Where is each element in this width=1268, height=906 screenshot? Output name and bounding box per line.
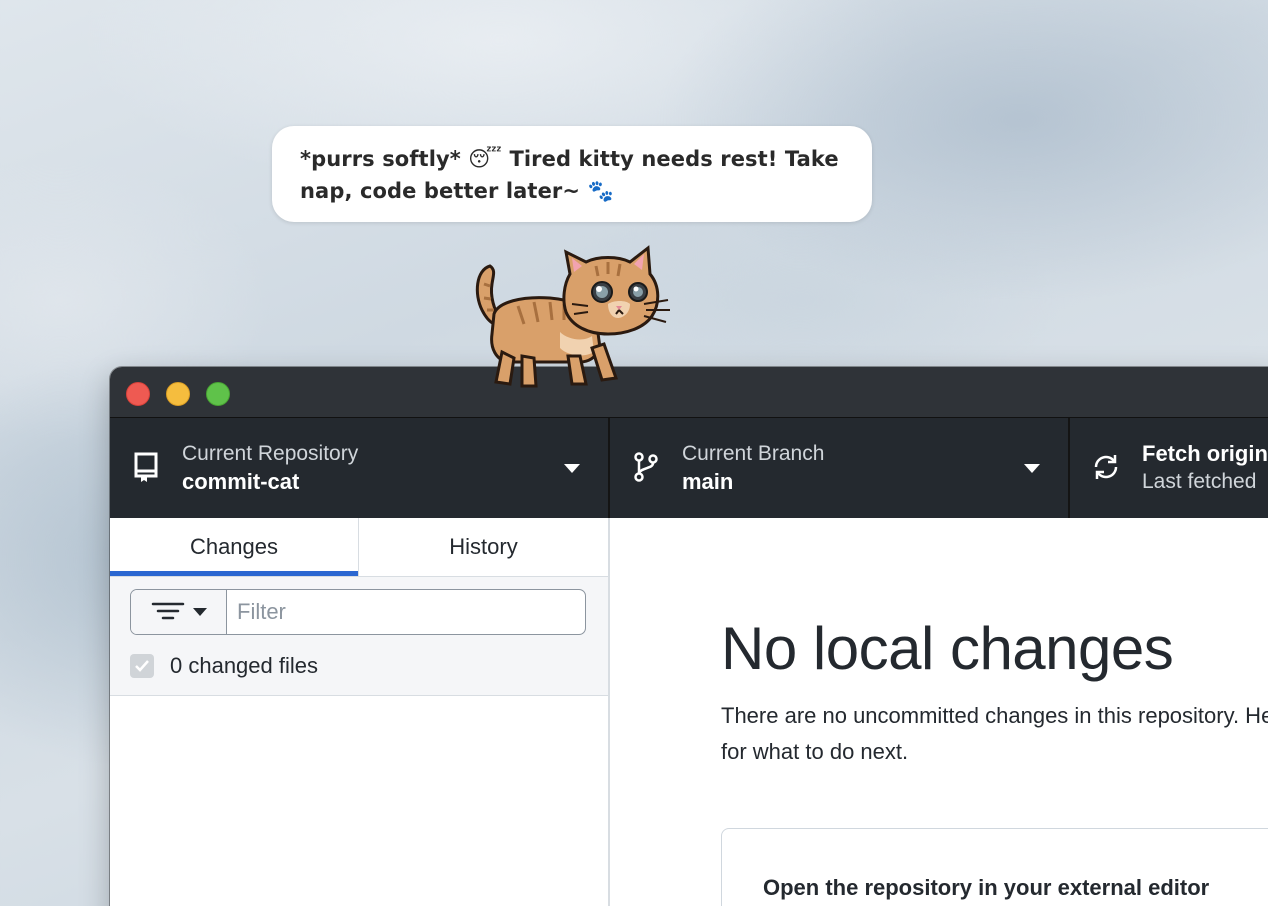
current-repository-dropdown[interactable]: Current Repository commit-cat bbox=[110, 418, 610, 518]
title-bar bbox=[110, 367, 1268, 418]
tab-history[interactable]: History bbox=[358, 518, 608, 576]
toolbar: Current Repository commit-cat Current Br… bbox=[110, 418, 1268, 518]
current-branch-label: Current Branch bbox=[682, 442, 825, 465]
suggestion-card-open-editor: Open the repository in your external edi… bbox=[721, 828, 1268, 906]
chevron-down-icon bbox=[1024, 464, 1040, 473]
checkmark-icon bbox=[135, 660, 149, 672]
last-fetched-label: Last fetched bbox=[1142, 470, 1257, 493]
speech-bubble-text: *purrs softly* 😴 Tired kitty needs rest!… bbox=[300, 147, 839, 203]
sync-icon bbox=[1094, 455, 1118, 479]
suggestion-title: Open the repository in your external edi… bbox=[763, 875, 1210, 900]
filter-icon bbox=[151, 602, 207, 620]
repo-icon bbox=[134, 452, 158, 482]
speech-bubble: *purrs softly* 😴 Tired kitty needs rest!… bbox=[272, 126, 872, 222]
filter-options-button[interactable] bbox=[131, 590, 227, 634]
filter-area: 0 changed files bbox=[110, 577, 608, 696]
no-changes-title: No local changes bbox=[721, 615, 1174, 682]
cat-mascot-icon[interactable] bbox=[468, 244, 678, 394]
changed-files-row: 0 changed files bbox=[130, 653, 318, 679]
changed-files-count: 0 changed files bbox=[170, 653, 318, 678]
select-all-checkbox[interactable] bbox=[130, 654, 154, 678]
maximize-window-button[interactable] bbox=[206, 382, 230, 406]
current-repository-value: commit-cat bbox=[182, 469, 300, 494]
close-window-button[interactable] bbox=[126, 382, 150, 406]
filter-input[interactable] bbox=[227, 590, 585, 634]
branch-icon bbox=[634, 452, 658, 482]
chevron-down-icon bbox=[564, 464, 580, 473]
filter-box bbox=[130, 589, 586, 635]
sidebar-tabs: Changes History bbox=[110, 518, 608, 577]
main-content: No local changes There are no uncommitte… bbox=[610, 518, 1268, 906]
no-changes-description-line1: There are no uncommitted changes in this… bbox=[721, 703, 1268, 728]
app-window: Current Repository commit-cat Current Br… bbox=[110, 367, 1268, 906]
current-branch-value: main bbox=[682, 469, 734, 494]
no-changes-description: There are no uncommitted changes in this… bbox=[721, 698, 1268, 770]
changes-sidebar: Changes History 0 changed f bbox=[110, 518, 610, 906]
tab-changes[interactable]: Changes bbox=[110, 518, 358, 576]
fetch-origin-label: Fetch origin bbox=[1142, 441, 1268, 466]
current-branch-dropdown[interactable]: Current Branch main bbox=[610, 418, 1070, 518]
current-repository-label: Current Repository bbox=[182, 442, 359, 465]
minimize-window-button[interactable] bbox=[166, 382, 190, 406]
no-changes-description-line2: for what to do next. bbox=[721, 739, 909, 764]
fetch-origin-button[interactable]: Fetch origin Last fetched bbox=[1070, 418, 1268, 518]
